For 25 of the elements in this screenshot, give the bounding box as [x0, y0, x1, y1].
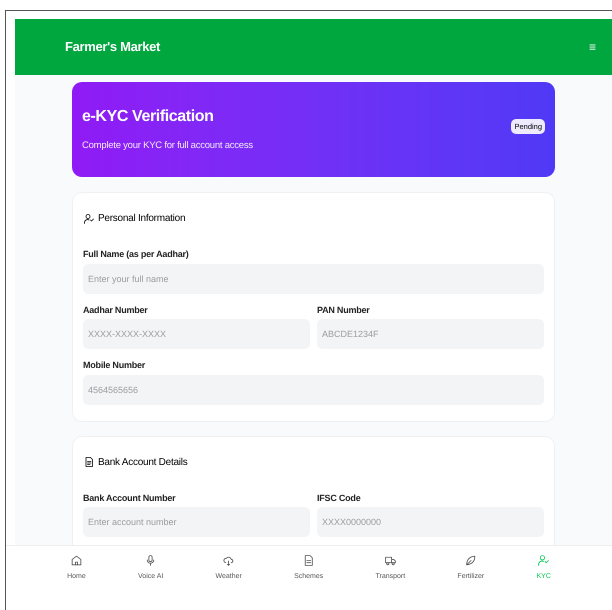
- leaf-icon: [464, 554, 478, 567]
- document-icon: [302, 554, 316, 567]
- section-title: Personal Information: [98, 212, 186, 226]
- field-label: Bank Account Number: [83, 492, 176, 504]
- cloud-icon: [222, 554, 236, 567]
- field-label: Mobile Number: [83, 359, 146, 372]
- document-icon: [83, 456, 95, 468]
- field-label: IFSC Code: [317, 492, 362, 504]
- input-field[interactable]: ABCDE1234F: [317, 319, 544, 349]
- truck-icon: [384, 554, 397, 567]
- person-check-icon: [537, 554, 550, 567]
- field-label: PAN Number: [317, 304, 371, 316]
- banner-subtitle: Complete your KYC for full account access: [82, 139, 253, 154]
- field-label: Full Name (as per Aadhar): [83, 248, 190, 261]
- field-label: Aadhar Number: [83, 304, 149, 316]
- input-field[interactable]: XXXX-XXXX-XXXX: [83, 319, 310, 349]
- home-icon: [70, 554, 83, 567]
- input-field[interactable]: XXXX0000000: [317, 507, 544, 537]
- person-check-icon: [83, 212, 95, 224]
- app-title: Farmer's Market: [65, 38, 160, 56]
- section-title: Bank Account Details: [98, 456, 188, 470]
- input-field[interactable]: 4564565656: [83, 374, 544, 404]
- input-field[interactable]: Enter your full name: [83, 264, 544, 294]
- banner-title: e-KYC Verification: [82, 107, 215, 128]
- input-field[interactable]: Enter account number: [83, 507, 310, 537]
